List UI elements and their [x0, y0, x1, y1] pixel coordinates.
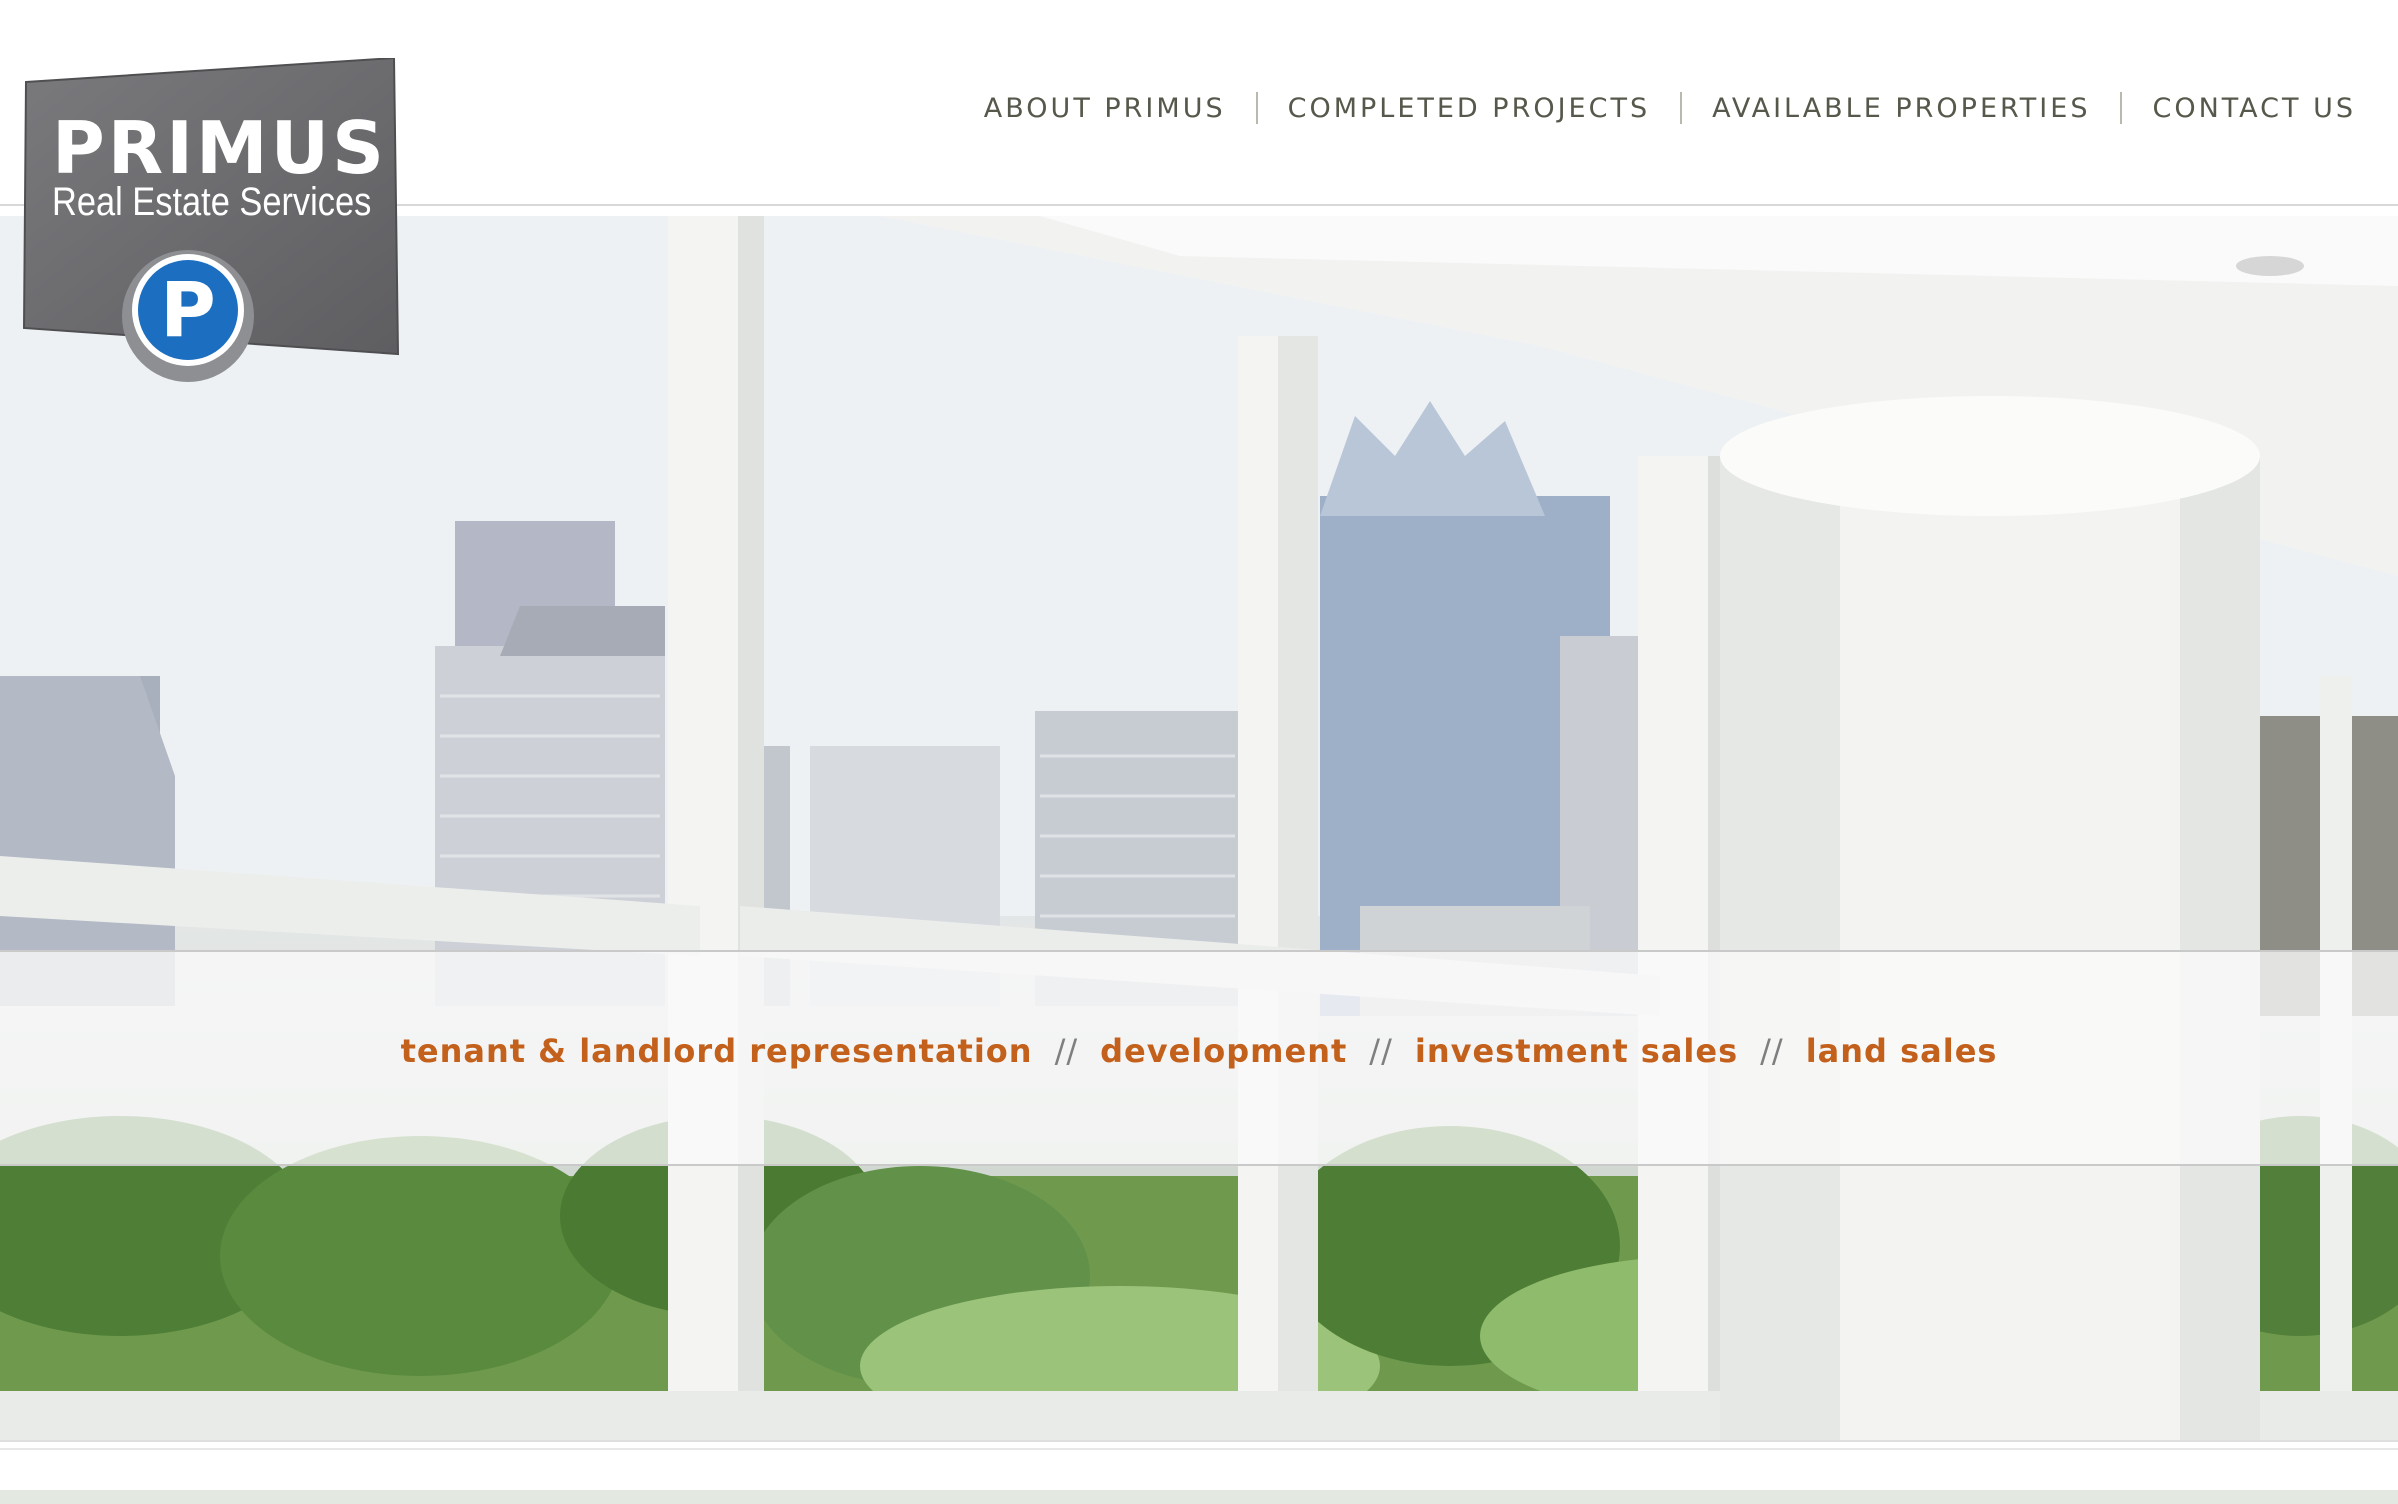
service-investment-sales: investment sales	[1414, 1032, 1739, 1070]
service-land-sales: land sales	[1805, 1032, 1998, 1070]
hero-divider	[0, 1448, 2398, 1450]
logo-mark-letter: P	[160, 265, 216, 354]
column	[1720, 396, 2260, 1440]
logo-wordmark: PRIMUS	[52, 106, 387, 190]
service-separator: //	[1760, 1032, 1784, 1070]
hero-cityscape-illustration	[0, 216, 2398, 1440]
hero-divider	[0, 1440, 2398, 1442]
main-nav: ABOUT PRIMUS COMPLETED PROJECTS AVAILABL…	[984, 92, 2356, 124]
nav-divider	[1680, 92, 1683, 124]
nav-available-properties[interactable]: AVAILABLE PROPERTIES	[1712, 93, 2090, 124]
services-tagline: tenant & landlord representation // deve…	[0, 1032, 2398, 1070]
footer-strip	[0, 1490, 2398, 1504]
nav-completed-projects[interactable]: COMPLETED PROJECTS	[1288, 93, 1651, 124]
service-separator: //	[1369, 1032, 1393, 1070]
nav-divider	[2120, 92, 2123, 124]
nav-about-primus[interactable]: ABOUT PRIMUS	[984, 93, 1226, 124]
nav-contact-us[interactable]: CONTACT US	[2152, 93, 2356, 124]
service-separator: //	[1054, 1032, 1079, 1070]
service-tenant-landlord: tenant & landlord representation	[400, 1032, 1033, 1070]
hero-image	[0, 216, 2398, 1440]
primus-logo[interactable]: P PRIMUS Real Estate Services	[22, 58, 400, 388]
service-development: development	[1100, 1032, 1348, 1070]
logo-subtitle: Real Estate Services	[52, 180, 372, 224]
nav-divider	[1255, 92, 1258, 124]
